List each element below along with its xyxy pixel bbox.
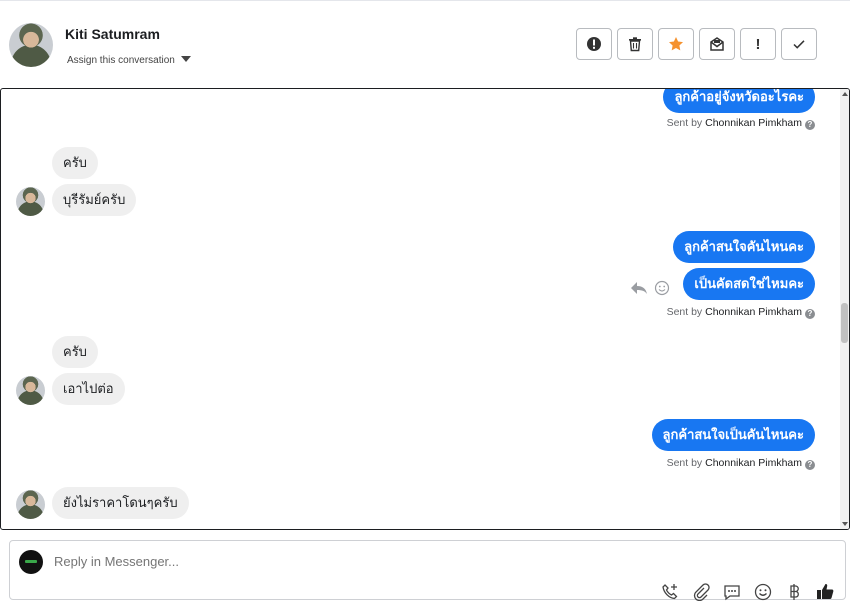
outgoing-message: ลูกค้าสนใจคันไหนคะ (673, 231, 815, 263)
like-button[interactable] (815, 583, 835, 601)
sent-by-label: Sent by Chonnikan Pimkham? (667, 117, 815, 130)
incoming-message: ยังไม่ราคาโดนๆครับ (52, 487, 189, 519)
star-button[interactable] (658, 28, 694, 60)
saved-replies-button[interactable] (722, 583, 742, 601)
contact-avatar (9, 23, 53, 67)
outgoing-message: ลูกค้าอยู่จังหวัดอะไรคะ (663, 89, 815, 113)
phone-plus-icon (662, 584, 678, 600)
star-icon (669, 37, 683, 51)
thumbs-up-icon (817, 584, 834, 599)
help-icon[interactable]: ? (805, 309, 815, 319)
contact-name: Kiti Satumram (65, 26, 160, 42)
message-thread[interactable]: ลูกค้าอยู่จังหวัดอะไรคะ Sent by Chonnika… (0, 88, 850, 530)
check-icon (793, 40, 805, 49)
contact-avatar-small (16, 490, 45, 519)
incoming-message: บุรีรัมย์ครับ (52, 184, 137, 216)
paperclip-icon (693, 583, 710, 601)
assign-conversation-dropdown[interactable]: Assign this conversation (67, 55, 191, 66)
call-add-button[interactable] (660, 583, 680, 601)
trash-icon (629, 37, 641, 52)
page-avatar (19, 550, 43, 574)
scroll-down-arrow[interactable] (842, 522, 848, 526)
spam-button[interactable] (576, 28, 612, 60)
contact-avatar-small (16, 376, 45, 405)
help-icon[interactable]: ? (805, 120, 815, 130)
attach-button[interactable] (691, 583, 711, 601)
message-actions (630, 280, 670, 296)
caret-down-icon (180, 56, 191, 62)
incoming-message: ครับ (52, 336, 98, 368)
scroll-thumb[interactable] (841, 303, 848, 343)
payment-button[interactable] (784, 583, 804, 601)
chat-bubble-icon (724, 585, 740, 601)
smiley-icon (754, 583, 772, 601)
envelope-icon (710, 37, 724, 51)
sent-by-label: Sent by Chonnikan Pimkham? (667, 306, 815, 319)
incoming-message: ครับ (52, 147, 98, 179)
conversation-header: Kiti Satumram Assign this conversation ! (0, 0, 850, 88)
follow-up-button[interactable]: ! (740, 28, 776, 60)
contact-avatar-small (16, 187, 45, 216)
outgoing-message: ลูกค้าสนใจเป็นคันไหนคะ (651, 419, 815, 451)
reply-icon[interactable] (630, 280, 648, 296)
done-button[interactable] (781, 28, 817, 60)
help-icon[interactable]: ? (805, 460, 815, 470)
emoji-react-icon[interactable] (654, 280, 670, 296)
scroll-up-arrow[interactable] (842, 92, 848, 96)
sent-by-label: Sent by Chonnikan Pimkham? (667, 457, 815, 470)
outgoing-message: เป็นคัดสดใช่ไหมคะ (683, 268, 815, 300)
emoji-button[interactable] (753, 583, 773, 601)
mark-unread-button[interactable] (699, 28, 735, 60)
exclamation-icon: ! (755, 35, 761, 53)
reply-input[interactable] (54, 554, 654, 569)
delete-button[interactable] (617, 28, 653, 60)
reply-composer (9, 540, 846, 601)
reply-toolbar (660, 583, 835, 601)
assign-label: Assign this conversation (67, 55, 175, 66)
baht-icon (790, 584, 799, 600)
alert-circle-icon (587, 37, 601, 51)
incoming-message: เอาไปต่อ (52, 373, 125, 405)
conversation-toolbar: ! (576, 28, 817, 60)
thread-scrollbar[interactable] (840, 89, 849, 529)
